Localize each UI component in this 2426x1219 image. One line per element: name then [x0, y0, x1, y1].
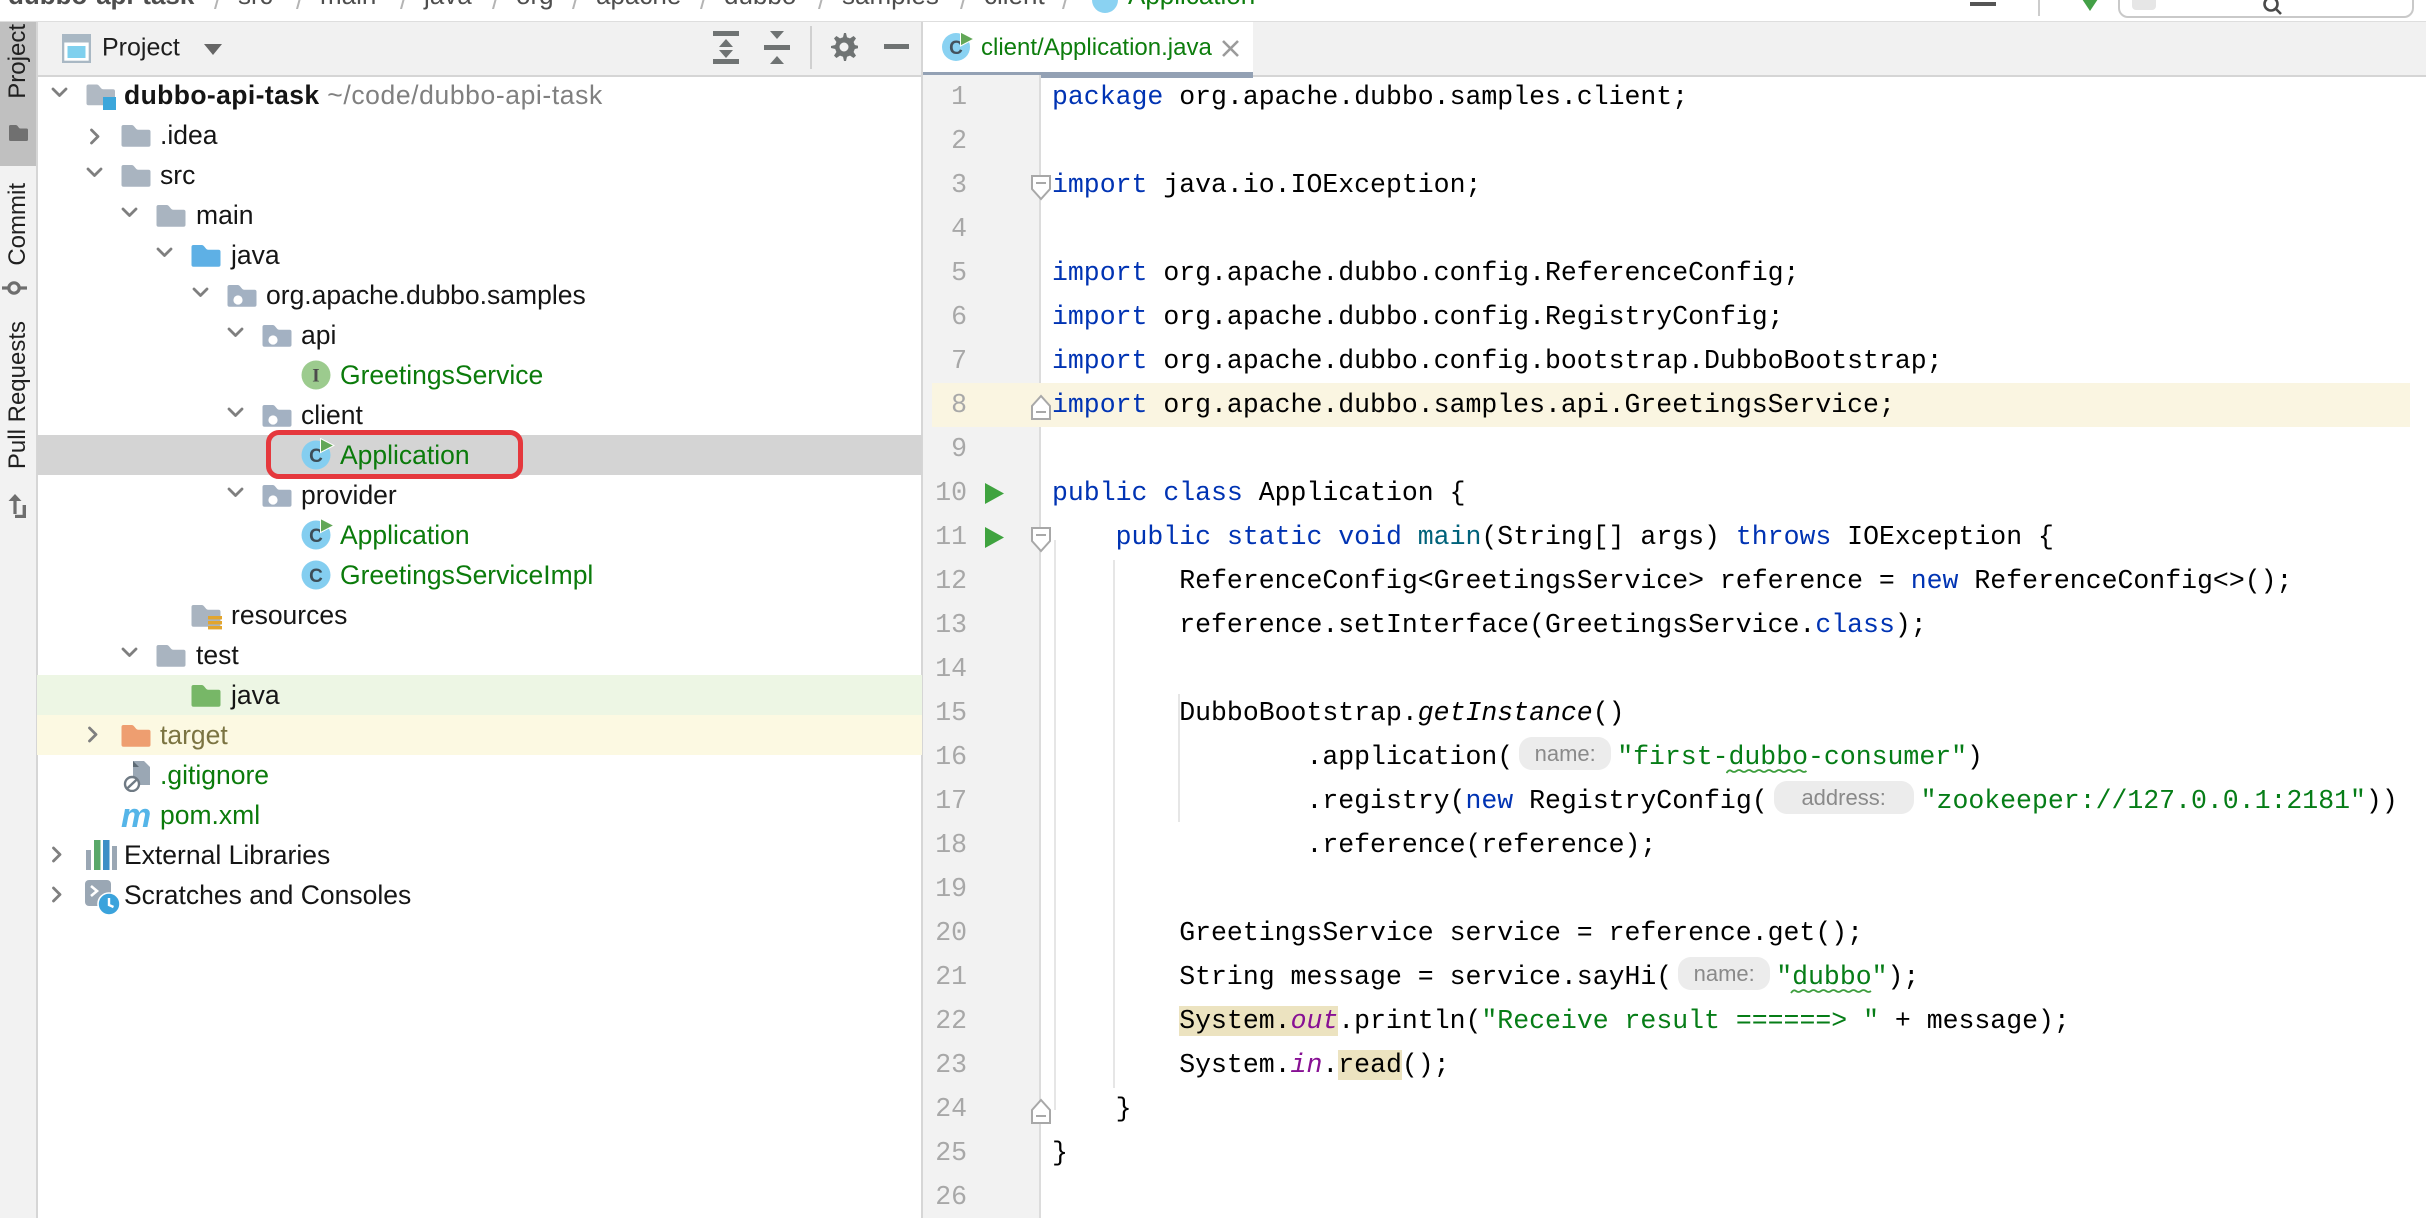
svg-text:C: C	[309, 566, 323, 587]
svg-text:I: I	[312, 366, 319, 387]
